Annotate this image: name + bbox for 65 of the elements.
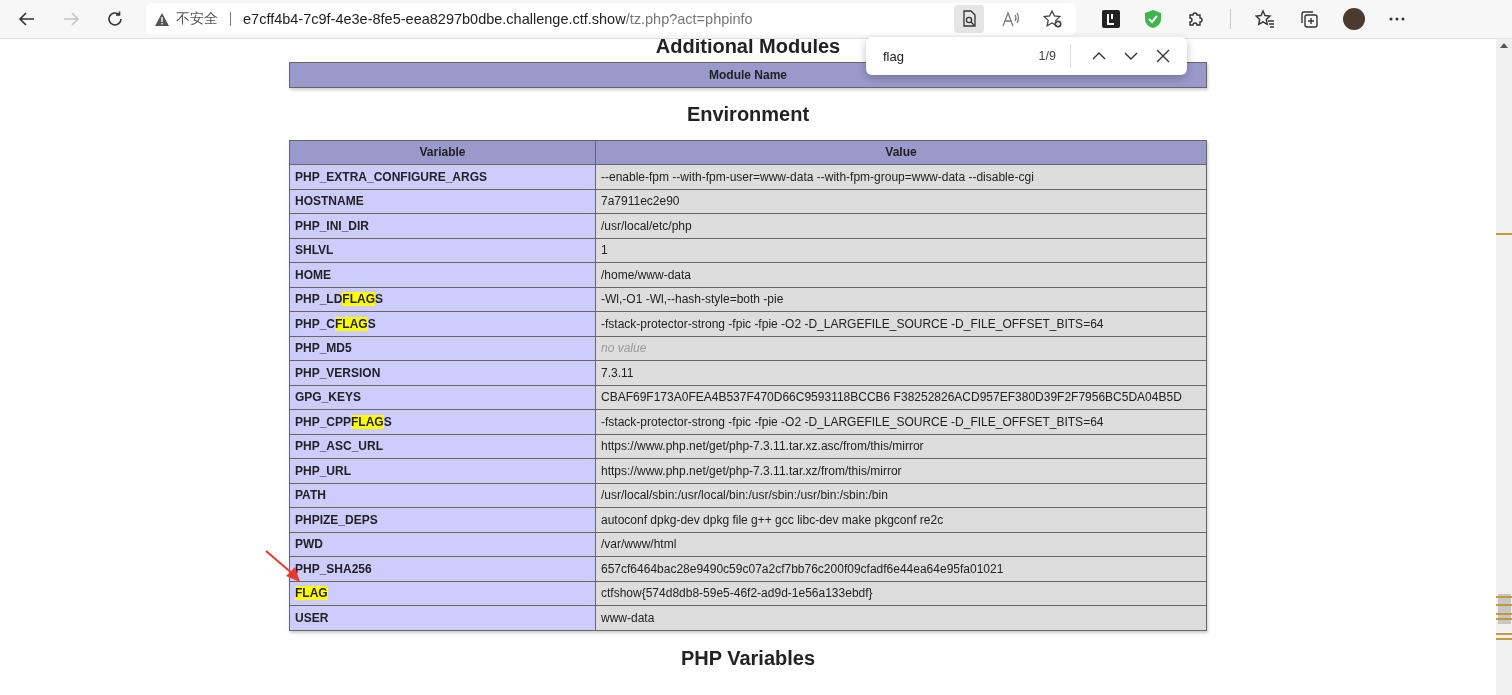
value-cell: ctfshow{574d8db8-59e5-46f2-ad9d-1e56a133ebdf}	[595, 581, 1207, 606]
match-marker	[1496, 596, 1512, 598]
value-cell: --enable-fpm --with-fpm-user=www-data --with-fpm-group=www-data --disable-cgi	[595, 164, 1207, 189]
collections-icon[interactable]	[1299, 9, 1319, 29]
variable-cell: USER	[289, 605, 596, 630]
value-cell: 1	[595, 238, 1207, 263]
warning-icon	[154, 11, 170, 27]
value-cell: -fstack-protector-strong -fpic -fpie -O2 -D_LARGEFILE_SOURCE -D_FILE_OFFSET_BITS=64	[595, 311, 1207, 336]
avatar[interactable]	[1343, 8, 1365, 30]
value-cell: /usr/local/etc/php	[595, 213, 1207, 238]
more-icon[interactable]	[1389, 17, 1405, 21]
separator-bar	[230, 12, 231, 26]
value-cell: no value	[595, 336, 1207, 361]
match-marker	[1496, 233, 1512, 235]
address-bar[interactable]: 不安全 e7cff4b4-7c9f-4e3e-8fe5-eea8297b0dbe.challenge.ctf.show/tz.php?act=phpinfo	[146, 3, 1076, 35]
value-cell: /usr/local/sbin:/usr/local/bin:/usr/sbin:/usr/bin:/sbin:/bin	[595, 483, 1207, 508]
match-marker	[1496, 638, 1512, 640]
value-cell: https://www.php.net/get/php-7.3.11.tar.xz/from/this/mirror	[595, 458, 1207, 483]
find-page-icon[interactable]	[954, 5, 984, 33]
variable-cell: PHP_EXTRA_CONFIGURE_ARGS	[289, 164, 596, 189]
scroll-up-icon[interactable]	[1500, 43, 1508, 48]
puzzle-icon[interactable]	[1186, 9, 1206, 29]
match-marker	[1496, 618, 1512, 620]
variable-cell: GPG_KEYS	[289, 385, 596, 410]
security-label[interactable]: 不安全	[176, 10, 218, 28]
value-cell: /var/www/html	[595, 532, 1207, 557]
match-marker	[1496, 604, 1512, 606]
section-heading: Additional Modules	[655, 39, 841, 59]
variable-cell: HOSTNAME	[289, 189, 596, 214]
value-cell: 7a7911ec2e90	[595, 189, 1207, 214]
variable-cell: PHP_URL	[289, 458, 596, 483]
column-header: Value	[595, 140, 1207, 165]
favorites-icon[interactable]	[1255, 9, 1275, 29]
match-marker	[1496, 633, 1512, 635]
scrollbar[interactable]	[1496, 39, 1512, 695]
variable-cell: SHLVL	[289, 238, 596, 263]
value-cell: www-data	[595, 605, 1207, 630]
value-cell: autoconf dpkg-dev dpkg file g++ gcc libc-dev make pkgconf re2c	[595, 507, 1207, 532]
value-cell: -fstack-protector-strong -fpic -fpie -O2 -D_LARGEFILE_SOURCE -D_FILE_OFFSET_BITS=64	[595, 409, 1207, 434]
column-header: Variable	[289, 140, 596, 165]
variable-cell: HOME	[289, 262, 596, 287]
variable-cell: PWD	[289, 532, 596, 557]
extension-icon[interactable]	[1102, 10, 1120, 28]
variable-cell: FLAG	[289, 581, 596, 606]
variable-cell: PHP_VERSION	[289, 360, 596, 385]
match-marker	[1496, 613, 1512, 615]
variable-cell: PHP_SHA256	[289, 556, 596, 581]
value-cell: -Wl,-O1 -Wl,--hash-style=both -pie	[595, 287, 1207, 312]
value-cell: 7.3.11	[595, 360, 1207, 385]
find-input[interactable]: flag	[881, 47, 1035, 65]
variable-cell: PHP_INI_DIR	[289, 213, 596, 238]
value-cell: https://www.php.net/get/php-7.3.11.tar.xz.asc/from/this/mirror	[595, 434, 1207, 459]
variable-cell: PHP_MD5	[289, 336, 596, 361]
section-heading: Environment	[685, 102, 811, 126]
variable-cell: PATH	[289, 483, 596, 508]
variable-cell: PHP_ASC_URL	[289, 434, 596, 459]
value-cell: 657cf6464bac28e9490c59c07a2cf7bb76c200f09cfadf6e44ea64e95fa01021	[595, 556, 1207, 581]
value-cell: CBAF69F173A0FEA4B537F470D66C9593118BCCB6 F38252826ACD957EF380D39F2F7956BC5DA04B5D	[595, 385, 1207, 410]
close-icon[interactable]	[1155, 48, 1171, 64]
section-heading: PHP Variables	[679, 646, 817, 670]
url-text: e7cff4b4-7c9f-4e3e-8fe5-eea8297b0dbe.challenge.ctf.show/tz.php?act=phpinfo	[243, 11, 753, 27]
variable-cell: PHPIZE_DEPS	[289, 507, 596, 532]
match-count: 1/9	[1038, 49, 1056, 63]
value-cell: /home/www-data	[595, 262, 1207, 287]
shield-check-icon[interactable]	[1144, 9, 1162, 29]
